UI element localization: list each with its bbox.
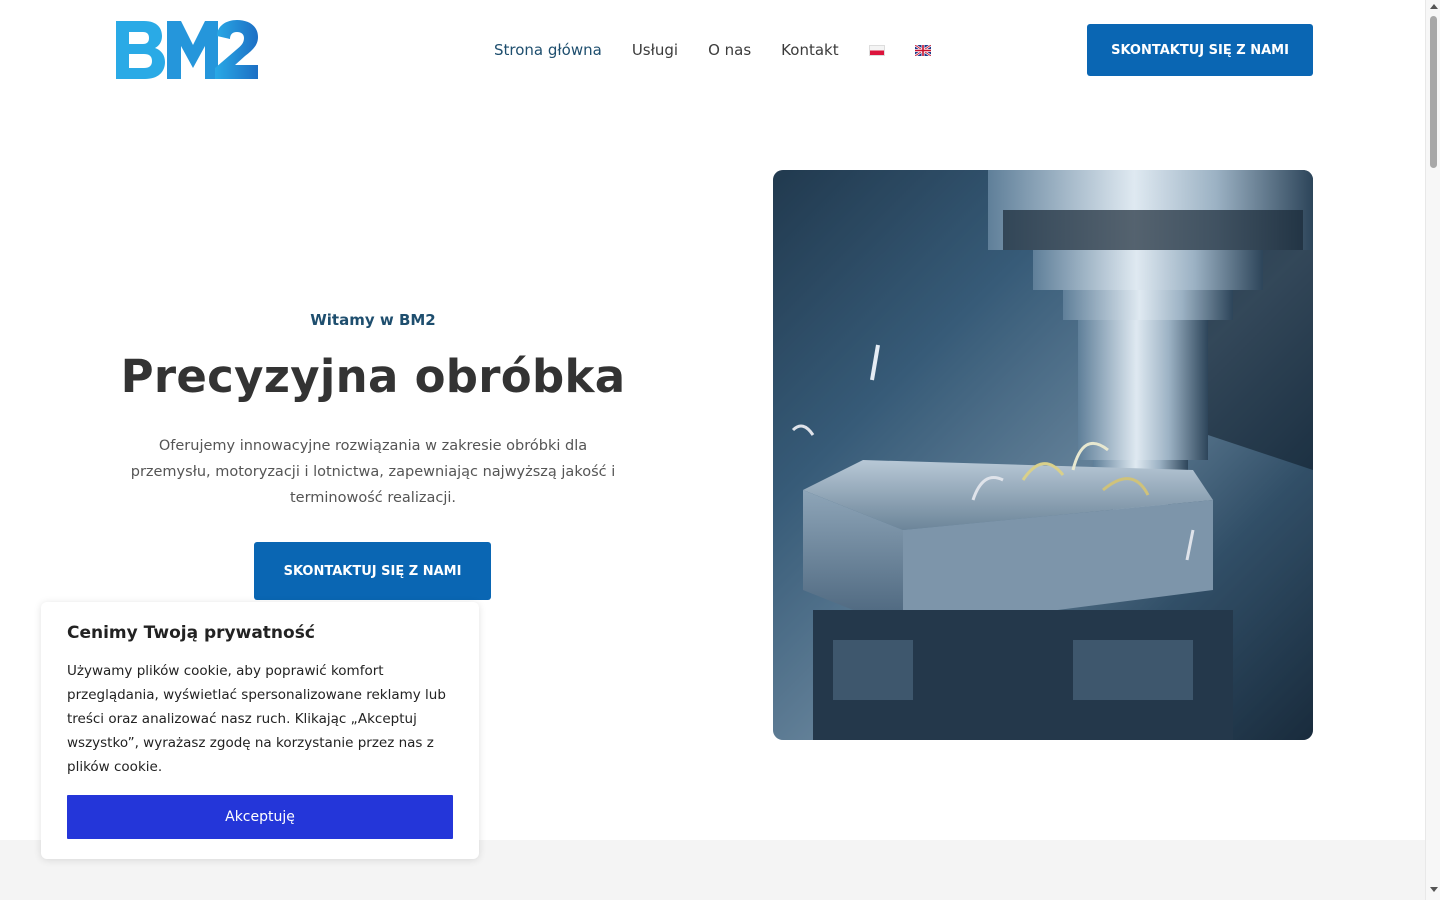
hero-contact-button[interactable]: SKONTAKTUJ SIĘ Z NAMI bbox=[254, 542, 491, 600]
cnc-illustration bbox=[773, 170, 1313, 740]
hero-subtitle: Witamy w BM2 bbox=[310, 311, 436, 329]
nav-about[interactable]: O nas bbox=[708, 38, 751, 62]
nav-services[interactable]: Usługi bbox=[632, 38, 678, 62]
cookie-consent-popup: Cenimy Twoją prywatność Używamy plików c… bbox=[41, 602, 479, 859]
hero-title: Precyzyjna obróbka bbox=[120, 350, 626, 403]
cookie-text: Używamy plików cookie, aby poprawić komf… bbox=[67, 663, 446, 775]
page-scrollbar[interactable] bbox=[1425, 0, 1440, 900]
hero-description: Oferujemy innowacyjne rozwiązania w zakr… bbox=[130, 438, 616, 506]
flag-pl-icon[interactable] bbox=[868, 44, 885, 56]
main-nav: Strona główna Usługi O nas Kontakt bbox=[494, 38, 961, 62]
scroll-up-icon[interactable] bbox=[1430, 4, 1438, 9]
nav-home[interactable]: Strona główna bbox=[494, 38, 602, 62]
scroll-down-icon[interactable] bbox=[1430, 887, 1438, 892]
cookie-title: Cenimy Twoją prywatność bbox=[67, 623, 315, 643]
cookie-accept-button[interactable]: Akceptuję bbox=[67, 795, 453, 839]
flag-gb-icon[interactable] bbox=[914, 44, 931, 56]
header-contact-button[interactable]: SKONTAKTUJ SIĘ Z NAMI bbox=[1087, 24, 1313, 76]
bm2-logo[interactable] bbox=[114, 19, 260, 81]
nav-contact[interactable]: Kontakt bbox=[781, 38, 838, 62]
site-header: Strona główna Usługi O nas Kontakt SKONT… bbox=[0, 0, 1425, 100]
cnc-milling-machine-photo bbox=[773, 170, 1313, 740]
scroll-thumb[interactable] bbox=[1430, 16, 1437, 168]
